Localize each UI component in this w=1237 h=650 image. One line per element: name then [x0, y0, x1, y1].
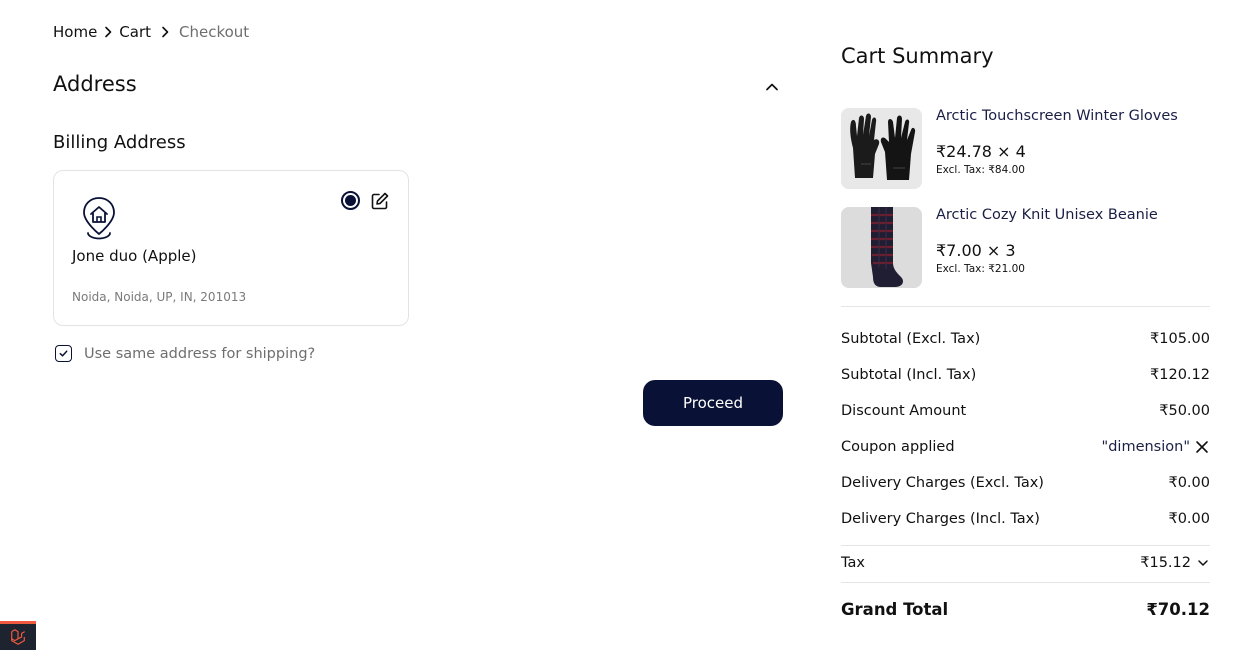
delivery-excl-value: ₹0.00 [1168, 475, 1210, 491]
subtotal-incl-label: Subtotal (Incl. Tax) [841, 367, 977, 383]
breadcrumb: Home Cart Checkout [53, 22, 249, 42]
coupon-row: Coupon applied "dimension" [841, 436, 1210, 458]
address-line: Noida, Noida, UP, IN, 201013 [72, 290, 247, 304]
cart-summary-title: Cart Summary [841, 44, 994, 68]
subtotal-excl-row: Subtotal (Excl. Tax) ₹105.00 [841, 328, 1210, 350]
chevron-right-icon [151, 26, 179, 38]
checkbox-checked[interactable] [55, 345, 72, 362]
same-address-label: Use same address for shipping? [84, 345, 316, 362]
cart-item-excl-tax: Excl. Tax: ₹84.00 [936, 164, 1025, 176]
cart-item: Arctic Cozy Knit Unisex Beanie ₹7.00 × 3… [841, 207, 1210, 289]
delivery-incl-row: Delivery Charges (Incl. Tax) ₹0.00 [841, 508, 1210, 530]
coupon-code: "dimension" [1101, 439, 1190, 455]
same-address-checkbox[interactable]: Use same address for shipping? [55, 345, 315, 362]
breadcrumb-home[interactable]: Home [53, 23, 97, 41]
cart-item-excl-tax: Excl. Tax: ₹21.00 [936, 263, 1025, 275]
gloves-image [841, 108, 922, 189]
delivery-excl-row: Delivery Charges (Excl. Tax) ₹0.00 [841, 472, 1210, 494]
home-pin-icon [80, 195, 118, 241]
address-radio[interactable] [341, 191, 360, 210]
cart-item-price: ₹7.00 × 3 [936, 241, 1016, 260]
grand-total-row: Grand Total ₹70.12 [841, 598, 1210, 620]
discount-label: Discount Amount [841, 403, 967, 419]
tax-row[interactable]: Tax ₹15.12 [841, 552, 1210, 574]
beanie-image [841, 207, 922, 288]
breadcrumb-checkout: Checkout [179, 23, 250, 41]
coupon-label: Coupon applied [841, 439, 955, 455]
divider [841, 545, 1210, 546]
cart-item: Arctic Touchscreen Winter Gloves ₹24.78 … [841, 108, 1210, 190]
radio-selected-dot [345, 195, 356, 206]
breadcrumb-cart[interactable]: Cart [119, 23, 151, 41]
subtotal-incl-row: Subtotal (Incl. Tax) ₹120.12 [841, 364, 1210, 386]
checkout-page: Home Cart Checkout Address Billing Addre… [0, 0, 1237, 650]
subtotal-excl-value: ₹105.00 [1150, 331, 1210, 347]
cart-item-price: ₹24.78 × 4 [936, 142, 1026, 161]
proceed-button[interactable]: Proceed [643, 380, 783, 426]
delivery-excl-label: Delivery Charges (Excl. Tax) [841, 475, 1044, 491]
discount-row: Discount Amount ₹50.00 [841, 400, 1210, 422]
address-name: Jone duo (Apple) [72, 247, 197, 265]
subtotal-excl-label: Subtotal (Excl. Tax) [841, 331, 981, 347]
billing-address-card[interactable]: Jone duo (Apple) Noida, Noida, UP, IN, 2… [53, 170, 409, 326]
tax-value-wrap: ₹15.12 [1140, 555, 1210, 571]
address-section-title: Address [53, 72, 137, 96]
divider [841, 306, 1210, 307]
delivery-incl-value: ₹0.00 [1168, 511, 1210, 527]
tax-value: ₹15.12 [1140, 555, 1191, 571]
chevron-right-icon [97, 26, 119, 38]
close-icon[interactable] [1194, 439, 1210, 455]
cart-item-name[interactable]: Arctic Cozy Knit Unisex Beanie [936, 207, 1158, 223]
laravel-icon[interactable] [0, 621, 36, 650]
tax-label: Tax [841, 555, 865, 571]
coupon-value: "dimension" [1102, 439, 1210, 455]
delivery-incl-label: Delivery Charges (Incl. Tax) [841, 511, 1040, 527]
divider [841, 582, 1210, 583]
discount-value: ₹50.00 [1159, 403, 1210, 419]
cart-item-name[interactable]: Arctic Touchscreen Winter Gloves [936, 108, 1178, 124]
grand-total-value: ₹70.12 [1146, 599, 1210, 619]
subtotal-incl-value: ₹120.12 [1150, 367, 1210, 383]
grand-total-label: Grand Total [841, 599, 949, 619]
billing-address-title: Billing Address [53, 132, 186, 153]
edit-icon[interactable] [370, 191, 390, 211]
chevron-down-icon[interactable] [1196, 556, 1210, 570]
chevron-up-icon[interactable] [763, 78, 781, 96]
